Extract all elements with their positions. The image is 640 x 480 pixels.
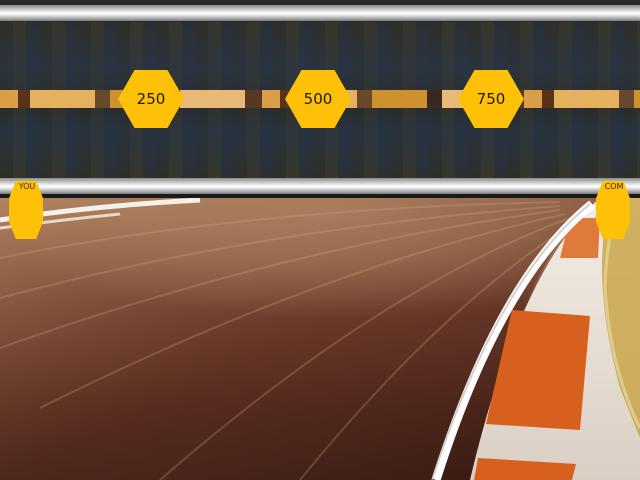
player-marker-label: YOU [18, 182, 36, 191]
opponent-marker-label: COM [604, 182, 624, 191]
race-track-scene [0, 198, 640, 480]
milestone-label: 750 [476, 90, 506, 108]
race-progress-track: 250 500 750 [0, 0, 640, 198]
track-guard-rail-top [0, 5, 640, 21]
milestone-label: 500 [303, 90, 333, 108]
track-curve-graphic [0, 198, 640, 480]
milestone-label: 250 [136, 90, 166, 108]
race-game-screen: 250 500 750 YOU COM [0, 0, 640, 480]
track-guard-rail-bottom [0, 178, 640, 194]
